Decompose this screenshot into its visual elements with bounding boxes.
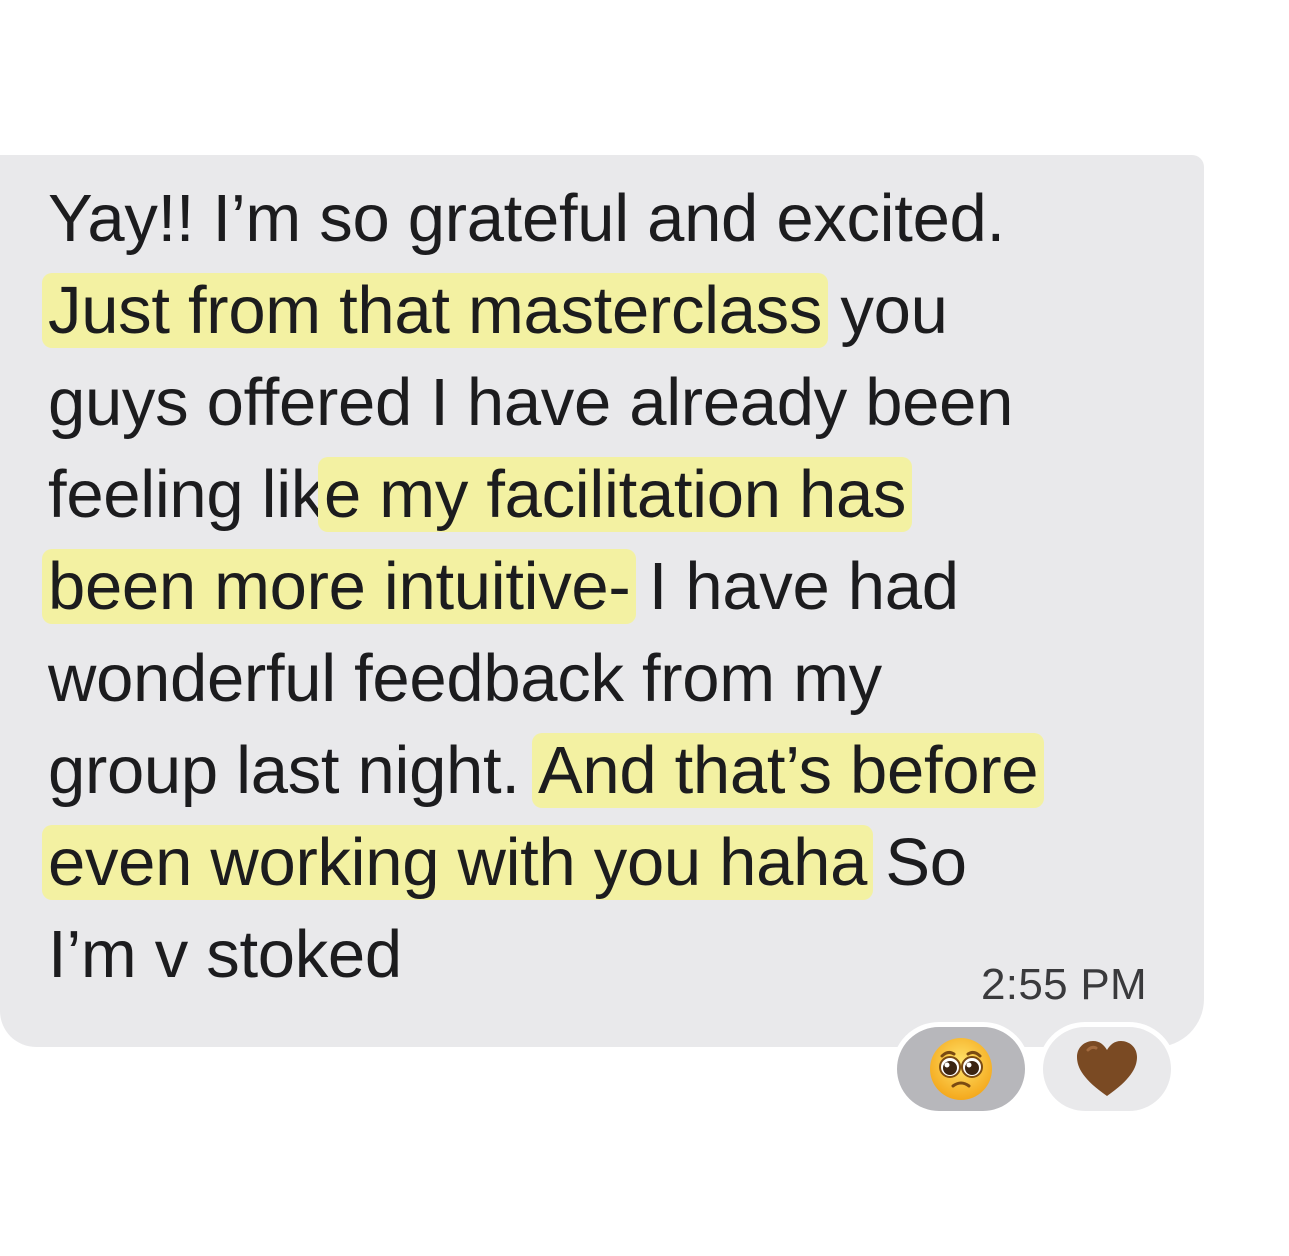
- message-line: I’m v stoked: [48, 909, 1038, 1001]
- line-text: you: [822, 273, 948, 348]
- highlighted-text: even working with you haha: [42, 825, 874, 900]
- line-text: I’m v stoked: [48, 917, 402, 992]
- pleading-face-emoji-icon: [928, 1036, 994, 1102]
- highlighted-text: And that’s before: [531, 733, 1045, 808]
- reaction-brown-heart[interactable]: [1038, 1022, 1176, 1116]
- message-line: Yay!! I’m so grateful and excited.: [48, 173, 1038, 265]
- highlighted-text: been more intuitive-: [42, 549, 637, 624]
- message-line: Just from that masterclass you: [42, 265, 1038, 357]
- line-text: I have had: [630, 549, 959, 624]
- line-text: guys offered I have already been: [48, 365, 1014, 440]
- message-line: guys offered I have already been: [48, 357, 1038, 449]
- message-line: been more intuitive- I have had: [42, 541, 1038, 633]
- message-line: even working with you haha So: [42, 817, 1038, 909]
- reaction-pleading-face[interactable]: [892, 1022, 1030, 1116]
- message-line: feeling like my facilitation has: [48, 449, 1038, 541]
- message-timestamp: 2:55 PM: [981, 960, 1147, 1009]
- message-line: group last night. And that’s before: [48, 725, 1045, 817]
- line-text: So: [867, 825, 967, 900]
- line-text: group last night.: [48, 733, 538, 808]
- message-line: wonderful feedback from my: [48, 633, 1038, 725]
- highlighted-text: Just from that masterclass: [42, 273, 829, 348]
- message-text: Yay!! I’m so grateful and excited. Just …: [42, 173, 1045, 1001]
- line-text: wonderful feedback from my: [48, 641, 882, 716]
- highlighted-text: e my facilitation has: [318, 457, 913, 532]
- line-text: feeling lik: [48, 457, 325, 532]
- reaction-bar: [892, 1022, 1182, 1116]
- line-text: Yay!! I’m so grateful and excited.: [48, 181, 1005, 256]
- brown-heart-emoji-icon: [1074, 1038, 1140, 1100]
